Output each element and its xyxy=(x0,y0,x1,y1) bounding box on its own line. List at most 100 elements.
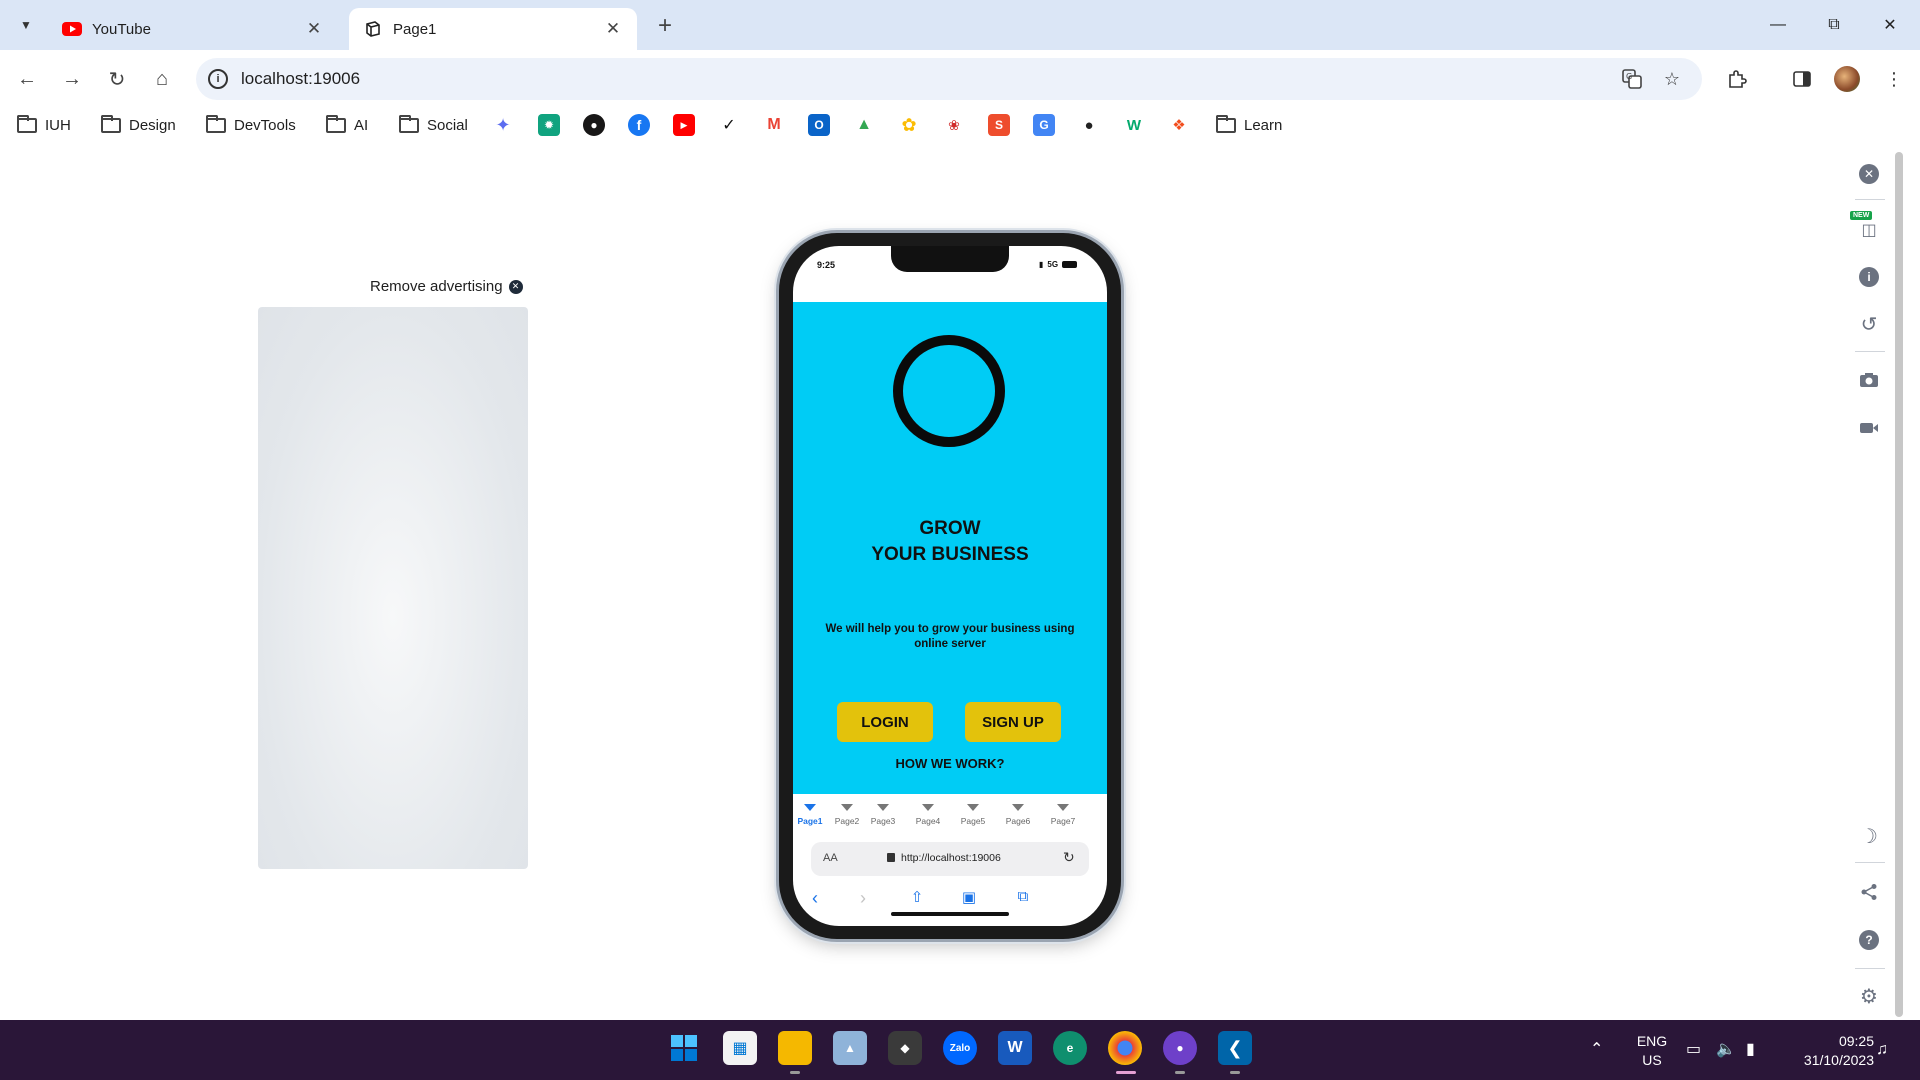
volume-icon[interactable]: 🔈 xyxy=(1716,1040,1736,1059)
google-photos-icon[interactable]: ✿ xyxy=(898,114,920,136)
devices-icon[interactable]: ◫ xyxy=(1857,218,1881,242)
reload-icon[interactable]: ↻ xyxy=(1063,849,1075,866)
notification-bell-icon[interactable]: ♫ xyxy=(1876,1040,1888,1059)
back-arrow-icon[interactable]: ← xyxy=(10,62,44,96)
text-size-button[interactable]: AA xyxy=(823,852,838,864)
minimize-icon[interactable]: — xyxy=(1758,10,1798,40)
vertical-scrollbar[interactable] xyxy=(1895,152,1903,1017)
triangle-down-icon xyxy=(1012,804,1024,811)
camera-icon[interactable] xyxy=(1857,368,1881,392)
tab-page5[interactable]: Page5 xyxy=(953,804,993,826)
google-chrome-icon[interactable] xyxy=(1108,1031,1142,1065)
dark-mode-moon-icon[interactable]: ☽ xyxy=(1857,824,1881,848)
app-content: GROW YOUR BUSINESS We will help you to g… xyxy=(793,302,1107,794)
nike-icon[interactable]: ✓ xyxy=(718,114,740,136)
site-info-icon[interactable]: i xyxy=(208,69,228,89)
video-camera-icon[interactable] xyxy=(1857,416,1881,440)
gmail-icon[interactable]: M xyxy=(763,114,785,136)
restore-icon[interactable]: ⧉ xyxy=(1814,10,1854,40)
how-we-work-link[interactable]: HOW WE WORK? xyxy=(793,756,1107,771)
github-desktop-icon[interactable]: ● xyxy=(1163,1031,1197,1065)
zalo-icon[interactable]: Zalo xyxy=(943,1031,977,1065)
file-explorer-icon[interactable] xyxy=(778,1031,812,1065)
bookmark-folder-iuh[interactable]: IUH xyxy=(17,114,71,136)
tab-page4[interactable]: Page4 xyxy=(908,804,948,826)
forward-arrow-icon[interactable]: → xyxy=(55,62,89,96)
close-window-icon[interactable]: ✕ xyxy=(1870,10,1910,40)
tab-page1[interactable]: Page1 xyxy=(793,804,830,826)
windows-start-icon[interactable] xyxy=(667,1031,701,1065)
login-button[interactable]: LOGIN xyxy=(837,702,933,742)
tab-page1[interactable]: Page1 ✕ xyxy=(349,8,637,50)
reload-icon[interactable]: ↻ xyxy=(100,62,134,96)
gemini-icon[interactable]: ✦ xyxy=(492,114,514,136)
info-icon[interactable]: i xyxy=(1857,265,1881,289)
rotate-icon[interactable]: ↺ xyxy=(1857,312,1881,336)
figma-icon[interactable]: ❖ xyxy=(1168,114,1190,136)
w3schools-icon[interactable]: W xyxy=(1123,114,1145,136)
remove-advertising-link[interactable]: Remove advertising ✕ xyxy=(370,278,523,295)
rail-divider xyxy=(1855,199,1885,200)
google-translate-icon[interactable]: G xyxy=(1033,114,1055,136)
share-icon[interactable]: ⇧ xyxy=(903,888,931,906)
tabs-overview-icon[interactable]: ⧉ xyxy=(1009,888,1037,905)
tab-youtube[interactable]: YouTube ✕ xyxy=(48,8,338,50)
page-tab-label: Page5 xyxy=(960,816,986,826)
huawei-icon[interactable]: ❀ xyxy=(943,114,965,136)
close-tab-icon[interactable]: ✕ xyxy=(304,19,324,39)
new-tab-button[interactable]: + xyxy=(652,12,678,40)
vscode-icon[interactable]: ❮ xyxy=(1218,1031,1252,1065)
bookmarks-book-icon[interactable]: ▣ xyxy=(955,888,983,906)
bookmark-folder-ai[interactable]: AI xyxy=(326,114,368,136)
safari-address-bar[interactable]: AA http://localhost:19006 ↻ xyxy=(811,842,1089,876)
bookmark-folder-social[interactable]: Social xyxy=(399,114,468,136)
home-icon[interactable]: ⌂ xyxy=(145,62,179,96)
translate-icon[interactable]: G xyxy=(1620,67,1644,91)
outlook-icon[interactable]: O xyxy=(808,114,830,136)
address-bar[interactable]: i localhost:19006 G ☆ xyxy=(196,58,1702,100)
youtube-icon xyxy=(62,19,82,39)
help-icon[interactable]: ? xyxy=(1857,928,1881,952)
share-icon[interactable] xyxy=(1857,880,1881,904)
bookmark-folder-design[interactable]: Design xyxy=(101,114,176,136)
close-tab-icon[interactable]: ✕ xyxy=(603,19,623,39)
bookmark-folder-learn[interactable]: Learn xyxy=(1216,114,1282,136)
signup-button[interactable]: SIGN UP xyxy=(965,702,1061,742)
bookmark-star-icon[interactable]: ☆ xyxy=(1660,67,1684,91)
clock[interactable]: 09:25 31/10/2023 xyxy=(1780,1032,1874,1070)
phone-frame: 9:25 ▮ 5G GROW YOUR BUSINESS We will hel… xyxy=(779,233,1121,939)
tab-search-chevron-icon[interactable]: ▼ xyxy=(12,11,40,39)
photos-app-icon[interactable]: ▲ xyxy=(833,1031,867,1065)
triangle-down-icon xyxy=(922,804,934,811)
battery-icon[interactable]: ▮ xyxy=(1746,1040,1755,1059)
tab-page7[interactable]: Page7 xyxy=(1043,804,1083,826)
safari-back-icon[interactable]: ‹ xyxy=(801,888,829,909)
tab-page2[interactable]: Page2 xyxy=(827,804,867,826)
chatgpt-icon[interactable]: ✹ xyxy=(538,114,560,136)
shopee-icon[interactable]: S xyxy=(988,114,1010,136)
microsoft-edge-icon[interactable]: e xyxy=(1053,1031,1087,1065)
network-icon[interactable]: ▭ xyxy=(1686,1040,1701,1059)
extensions-puzzle-icon[interactable] xyxy=(1722,64,1752,94)
linux-icon[interactable]: ● xyxy=(1078,114,1100,136)
close-panel-icon[interactable]: ✕ xyxy=(1857,162,1881,186)
bookmark-folder-devtools[interactable]: DevTools xyxy=(206,114,296,136)
status-time: 9:25 xyxy=(817,260,836,270)
microsoft-store-icon[interactable]: ▦ xyxy=(723,1031,757,1065)
more-menu-icon[interactable]: ⋮ xyxy=(1879,64,1909,94)
show-hidden-icons-chevron-icon[interactable]: ⌃ xyxy=(1590,1040,1603,1059)
google-drive-icon[interactable]: ▲ xyxy=(853,114,875,136)
language-indicator[interactable]: ENG US xyxy=(1630,1032,1674,1070)
tab-page6[interactable]: Page6 xyxy=(998,804,1038,826)
youtube-icon[interactable]: ▶ xyxy=(673,114,695,136)
unity-icon[interactable]: ◆ xyxy=(888,1031,922,1065)
page-tab-label: Page4 xyxy=(915,816,941,826)
side-panel-icon[interactable] xyxy=(1787,64,1817,94)
facebook-icon[interactable]: f xyxy=(628,114,650,136)
safari-forward-icon[interactable]: › xyxy=(849,888,877,909)
profile-avatar[interactable] xyxy=(1834,66,1860,92)
settings-gear-icon[interactable]: ⚙ xyxy=(1857,984,1881,1008)
tab-page3[interactable]: Page3 xyxy=(863,804,903,826)
microsoft-word-icon[interactable]: W xyxy=(998,1031,1032,1065)
github-icon[interactable]: ● xyxy=(583,114,605,136)
